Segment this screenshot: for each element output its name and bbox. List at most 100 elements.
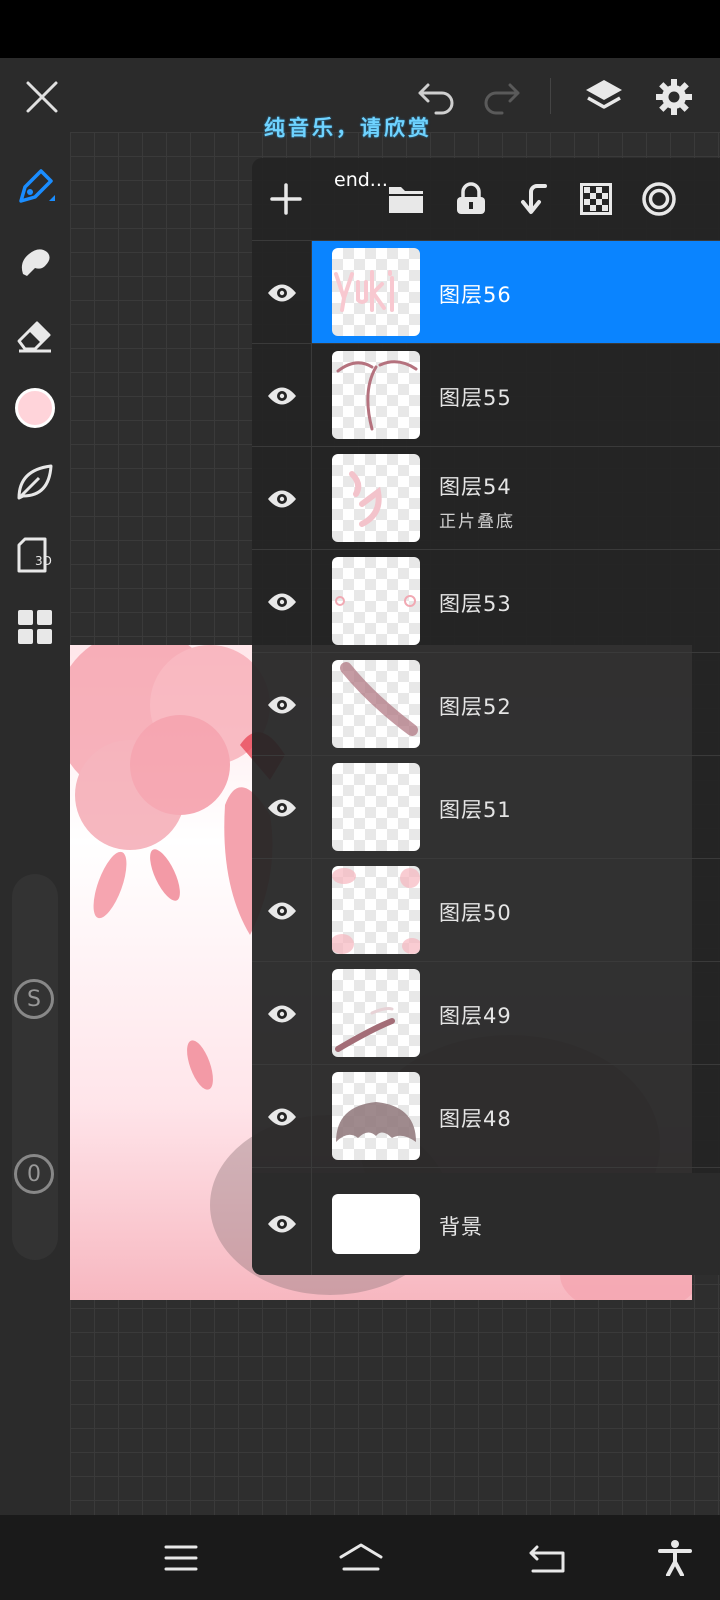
layer-body[interactable]: 图层50 <box>312 859 720 962</box>
status-bar <box>0 0 720 58</box>
layer-body[interactable]: 图层56 <box>312 241 720 344</box>
layer-effect-button[interactable] <box>635 175 683 223</box>
layer-body[interactable]: 图层52 <box>312 653 720 756</box>
layer-body[interactable]: 图层49 <box>312 962 720 1065</box>
brush-icon <box>19 169 55 203</box>
eye-icon <box>267 1215 296 1233</box>
layer-name: 图层56 <box>439 283 512 307</box>
redo-button[interactable] <box>478 73 526 121</box>
layer-row[interactable]: 图层48 <box>252 1064 720 1168</box>
visibility-toggle[interactable] <box>252 447 312 550</box>
visibility-toggle[interactable] <box>252 1065 312 1168</box>
add-layer-button[interactable] <box>262 175 310 223</box>
eraser-icon <box>17 321 51 353</box>
layer-body[interactable]: 图层51 <box>312 756 720 859</box>
thumbnail-art <box>336 360 418 431</box>
visibility-toggle[interactable] <box>252 1173 312 1275</box>
clipping-button[interactable] <box>572 175 620 223</box>
layer-body[interactable]: 图层55 <box>312 344 720 447</box>
layer-name: 图层49 <box>439 1004 512 1028</box>
back-button[interactable] <box>522 1533 572 1583</box>
visibility-toggle[interactable] <box>252 962 312 1065</box>
home-button[interactable] <box>334 1533 388 1583</box>
layer-name: 图层51 <box>439 798 512 822</box>
visibility-toggle[interactable] <box>252 859 312 962</box>
menu-icon <box>164 1545 198 1571</box>
layer-row[interactable]: 图层50 <box>252 858 720 962</box>
current-color-swatch <box>15 388 55 428</box>
layer-row[interactable]: 图层54 正片叠底 <box>252 446 720 550</box>
layer-name: 图层53 <box>439 592 512 616</box>
recent-apps-button[interactable] <box>156 1533 206 1583</box>
visibility-toggle[interactable] <box>252 550 312 653</box>
layer-body[interactable]: 背景 <box>312 1173 720 1275</box>
brush-opacity-knob[interactable]: 0 <box>14 1154 54 1194</box>
layer-thumbnail <box>332 454 420 542</box>
brush-tool[interactable] <box>10 162 60 212</box>
visibility-toggle[interactable] <box>252 241 312 344</box>
left-toolbar: 3D S 0 <box>0 132 70 1515</box>
lock-icon <box>457 182 485 214</box>
add-folder-button[interactable] <box>382 175 430 223</box>
layer-body[interactable]: 图层48 <box>312 1065 720 1168</box>
brush-size-slider[interactable] <box>12 874 58 1260</box>
color-picker-button[interactable] <box>10 383 60 433</box>
close-button[interactable] <box>18 73 66 121</box>
layer-thumbnail <box>332 866 420 954</box>
thumbnail-art <box>332 868 420 954</box>
grid-icon <box>18 610 52 644</box>
3d-icon: 3D <box>17 537 52 573</box>
layer-row[interactable]: 图层52 <box>252 652 720 756</box>
overlay-caption: 纯音乐，请欣赏 <box>264 116 432 140</box>
thumbnail-art <box>335 595 416 607</box>
layer-row[interactable]: 图层53 <box>252 549 720 653</box>
layer-row[interactable]: 图层56 <box>252 240 720 344</box>
layer-name: 图层55 <box>439 386 512 410</box>
layer-body[interactable]: 图层54 正片叠底 <box>312 447 720 550</box>
smudge-tool[interactable] <box>10 237 60 287</box>
layer-thumbnail <box>332 557 420 645</box>
close-icon <box>26 81 58 113</box>
3d-tool[interactable]: 3D <box>10 530 60 580</box>
eye-icon <box>267 387 296 404</box>
layer-panel-toolbar: end... <box>252 158 720 240</box>
gear-icon <box>656 79 692 115</box>
target-icon <box>642 182 676 216</box>
layer-body[interactable]: 图层53 <box>312 550 720 653</box>
thumbnail-art <box>334 270 394 312</box>
background-layer-row[interactable]: 背景 <box>252 1173 720 1275</box>
brush-size-knob[interactable]: S <box>14 979 54 1019</box>
layer-row[interactable]: 图层55 <box>252 343 720 447</box>
layer-thumbnail <box>332 660 420 748</box>
visibility-toggle[interactable] <box>252 344 312 447</box>
settings-button[interactable] <box>648 71 700 123</box>
eye-icon <box>267 902 296 919</box>
lock-layer-button[interactable] <box>447 175 495 223</box>
layer-row[interactable]: 图层49 <box>252 961 720 1065</box>
layer-thumbnail <box>332 763 420 851</box>
eraser-tool[interactable] <box>10 310 60 360</box>
merge-down-button[interactable] <box>510 175 558 223</box>
layers-icon <box>586 80 622 109</box>
svg-text:3D: 3D <box>35 554 52 568</box>
plus-icon <box>270 183 302 215</box>
visibility-toggle[interactable] <box>252 653 312 756</box>
visibility-toggle[interactable] <box>252 756 312 859</box>
eye-icon <box>267 799 296 816</box>
back-icon <box>529 1545 565 1573</box>
layers-button[interactable] <box>578 71 630 123</box>
smudge-icon <box>21 249 50 276</box>
folder-icon <box>389 187 423 213</box>
material-tool[interactable] <box>10 457 60 507</box>
thumbnail-art <box>335 1007 395 1052</box>
accessibility-button[interactable] <box>650 1533 700 1583</box>
redo-icon <box>484 83 520 115</box>
layer-thumbnail <box>332 351 420 439</box>
home-icon <box>339 1543 383 1571</box>
accessibility-icon <box>658 1540 692 1576</box>
layer-thumbnail <box>332 969 420 1057</box>
layer-row[interactable]: 图层51 <box>252 755 720 859</box>
eye-icon <box>267 490 296 507</box>
canvas-title: end... <box>334 169 388 191</box>
menu-grid-tool[interactable] <box>10 602 60 652</box>
